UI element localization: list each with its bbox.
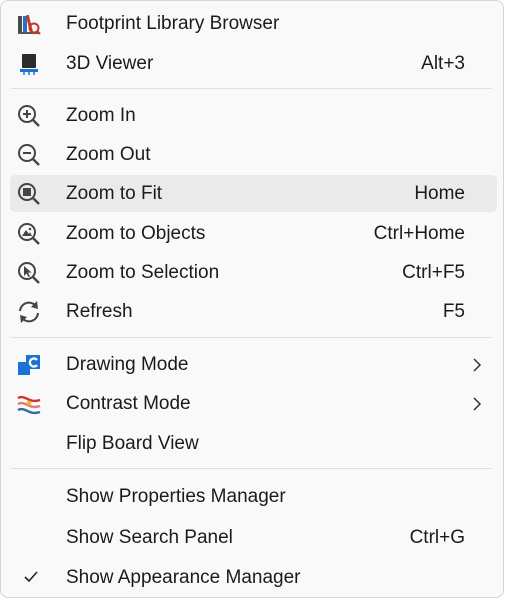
menu-item-label: Zoom to Fit: [66, 183, 163, 204]
menu-item-label: Zoom In: [66, 105, 136, 126]
menu-item-drawing-mode[interactable]: Drawing Mode: [10, 346, 497, 383]
menu-item-zoom-in[interactable]: Zoom In: [10, 97, 497, 134]
menu-item-label: 3D Viewer: [66, 53, 154, 74]
menu-item-zoom-to-objects[interactable]: Zoom to Objects Ctrl+Home: [10, 215, 497, 252]
menu-separator: [11, 337, 492, 338]
menu-item-show-appearance-manager[interactable]: Show Appearance Manager: [10, 559, 497, 596]
menu-item-shortcut: F5: [442, 301, 465, 322]
menu-separator: [11, 88, 492, 89]
menu-item-label: Drawing Mode: [66, 354, 189, 375]
menu-item-label: Contrast Mode: [66, 393, 191, 414]
menu-item-footprint-library-browser[interactable]: Footprint Library Browser: [10, 5, 497, 42]
menu-item-refresh[interactable]: Refresh F5: [10, 293, 497, 330]
menu-item-shortcut: Ctrl+Home: [373, 223, 465, 244]
menu-item-label: Show Properties Manager: [66, 486, 286, 507]
menu-item-label: Refresh: [66, 301, 133, 322]
menu-item-zoom-to-fit[interactable]: Zoom to Fit Home: [10, 175, 497, 212]
menu-item-contrast-mode[interactable]: Contrast Mode: [10, 385, 497, 422]
menu-item-show-properties-manager[interactable]: Show Properties Manager: [10, 478, 497, 515]
menu-item-shortcut: Ctrl+G: [409, 527, 465, 548]
menu-item-label: Zoom to Selection: [66, 262, 220, 283]
menu-item-label: Zoom Out: [66, 144, 151, 165]
zoom-out-icon: [15, 141, 43, 169]
menu-item-show-search-panel[interactable]: Show Search Panel Ctrl+G: [10, 519, 497, 556]
refresh-icon: [15, 298, 43, 326]
menu-item-3d-viewer[interactable]: 3D Viewer Alt+3: [10, 45, 497, 82]
menu-item-label: Flip Board View: [66, 433, 199, 454]
menu-item-shortcut: Alt+3: [421, 53, 465, 74]
zoom-to-selection-icon: [15, 259, 43, 287]
menu-item-label: Show Search Panel: [66, 527, 233, 548]
chevron-right-icon: [471, 358, 483, 372]
menu-item-shortcut: Home: [414, 183, 465, 204]
contrast-mode-icon: [15, 390, 43, 418]
menu-item-label: Show Appearance Manager: [66, 567, 301, 588]
menu-item-label: Footprint Library Browser: [66, 13, 280, 34]
menu-item-label: Zoom to Objects: [66, 223, 206, 244]
menu-item-zoom-to-selection[interactable]: Zoom to Selection Ctrl+F5: [10, 254, 497, 291]
menu-item-zoom-out[interactable]: Zoom Out: [10, 136, 497, 173]
chevron-right-icon: [471, 397, 483, 411]
menu-item-shortcut: Ctrl+F5: [402, 262, 465, 283]
drawing-mode-icon: [15, 351, 43, 379]
zoom-in-icon: [15, 102, 43, 130]
3d-viewer-icon: [15, 50, 43, 78]
zoom-to-objects-icon: [15, 220, 43, 248]
menu-separator: [11, 468, 492, 469]
view-context-menu: Footprint Library Browser 3D Viewer Alt+…: [0, 0, 504, 598]
zoom-to-fit-icon: [15, 180, 43, 208]
checkmark-icon: [23, 570, 39, 584]
library-browser-icon: [15, 10, 43, 38]
menu-item-flip-board-view[interactable]: Flip Board View: [10, 425, 497, 462]
